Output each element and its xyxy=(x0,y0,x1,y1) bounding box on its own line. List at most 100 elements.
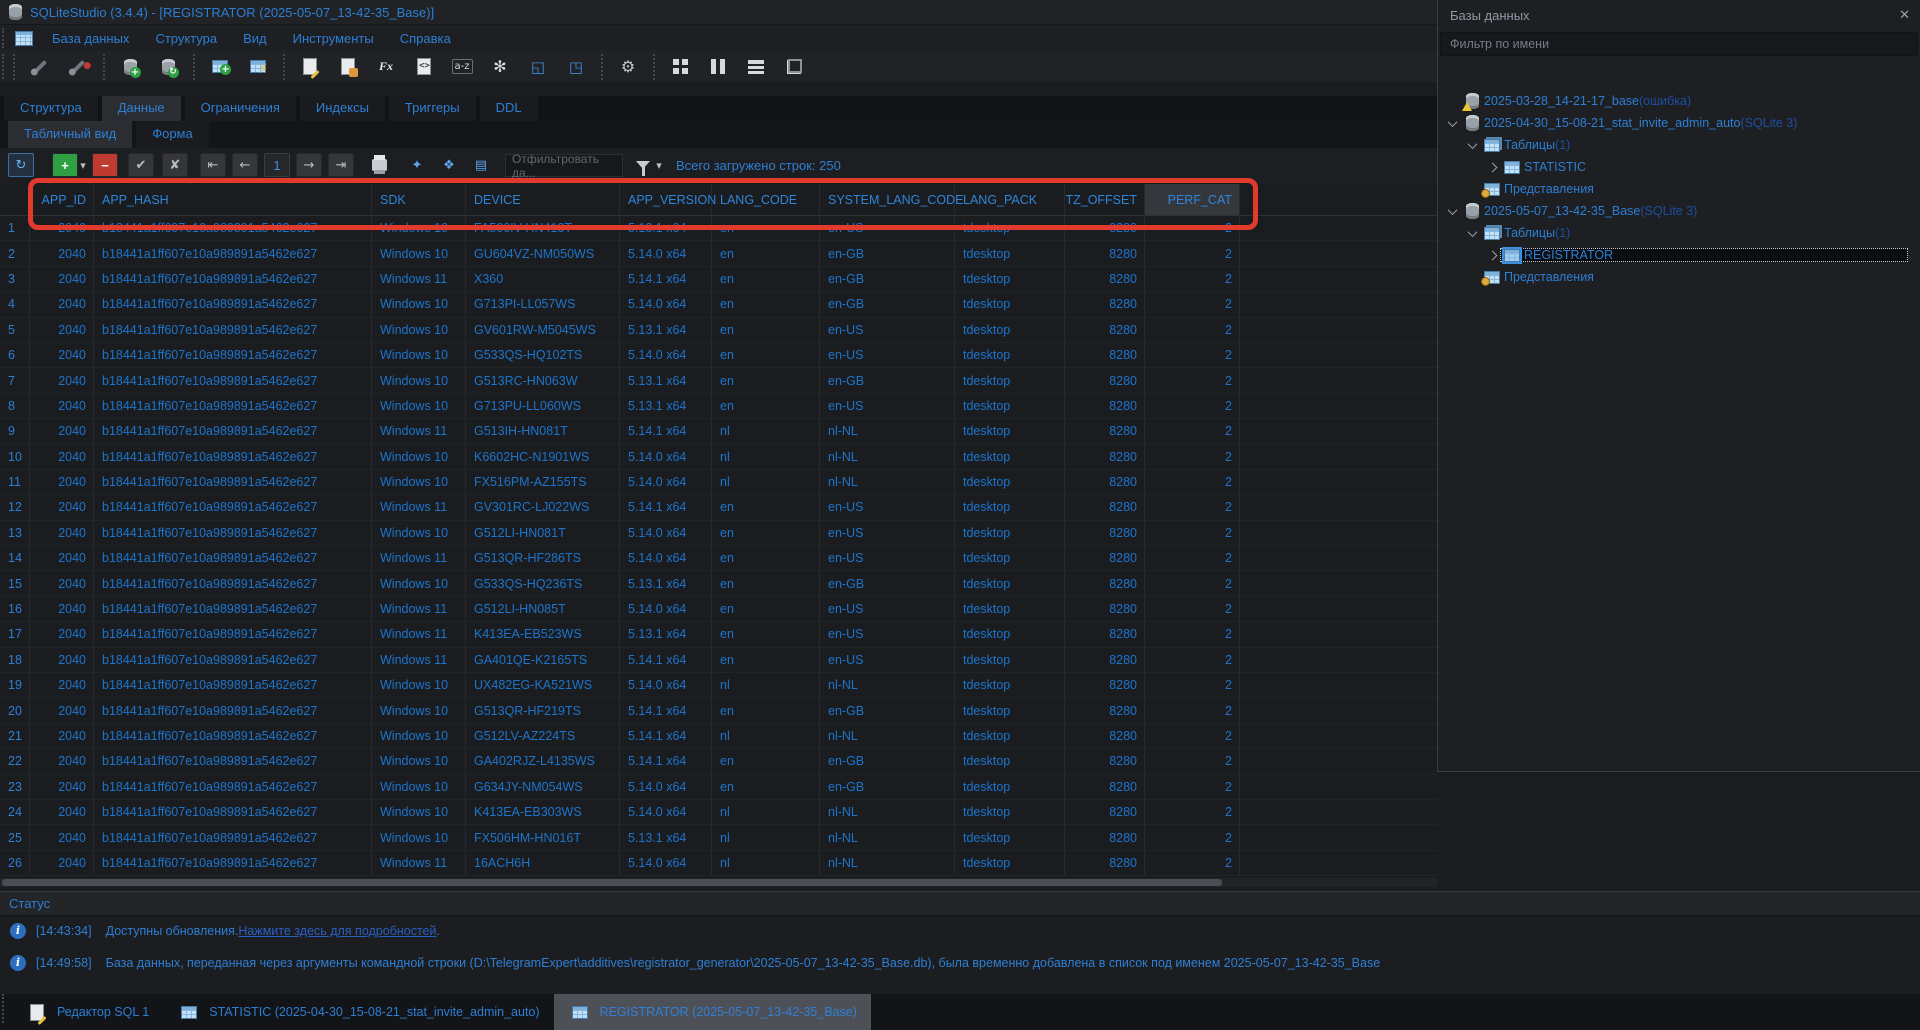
horizontal-scrollbar[interactable] xyxy=(0,878,1437,887)
cell[interactable]: Windows 10 xyxy=(372,800,466,824)
cell[interactable]: 5.14.1 x64 xyxy=(620,648,712,672)
selected-tree-item[interactable]: REGISTRATOR xyxy=(1500,248,1908,262)
cell[interactable]: GU604VZ-NM050WS xyxy=(466,241,620,265)
cell[interactable]: Windows 10 xyxy=(372,445,466,469)
cell[interactable]: en xyxy=(712,343,820,367)
cell[interactable]: en xyxy=(712,775,820,799)
rollback-icon[interactable]: ✘ xyxy=(162,153,188,177)
cell[interactable]: 2 xyxy=(1145,216,1240,240)
cell[interactable]: b18441a1ff607e10a989891a5462e627 xyxy=(94,318,372,342)
cell[interactable]: 2 xyxy=(1145,241,1240,265)
maximize-windows-icon[interactable]: ◳ xyxy=(563,54,589,80)
cell[interactable]: Windows 10 xyxy=(372,775,466,799)
toolbar-grip[interactable] xyxy=(2,54,7,79)
cell[interactable]: en xyxy=(712,622,820,646)
cell[interactable]: nl xyxy=(712,800,820,824)
cell[interactable]: 2 xyxy=(1145,470,1240,494)
cell[interactable]: 2 xyxy=(1145,673,1240,697)
cell[interactable]: G533QS-HQ236TS xyxy=(466,571,620,595)
cell[interactable]: GV301RC-LJ022WS xyxy=(466,495,620,519)
table-row[interactable]: 182040b18441a1ff607e10a989891a5462e627Wi… xyxy=(0,648,1437,673)
cell[interactable]: b18441a1ff607e10a989891a5462e627 xyxy=(94,267,372,291)
cell[interactable]: b18441a1ff607e10a989891a5462e627 xyxy=(94,216,372,240)
cell[interactable]: nl xyxy=(712,445,820,469)
cell[interactable]: 2040 xyxy=(30,495,94,519)
table-row[interactable]: 42040b18441a1ff607e10a989891a5462e627Win… xyxy=(0,292,1437,317)
tree-item-таблицы[interactable]: Таблицы (1) xyxy=(1464,222,1570,244)
cell[interactable]: 5.13.1 x64 xyxy=(620,622,712,646)
table-row[interactable]: 92040b18441a1ff607e10a989891a5462e627Win… xyxy=(0,419,1437,444)
column-header-sdk[interactable]: SDK xyxy=(372,184,466,215)
cell[interactable]: G512LI-HN085T xyxy=(466,597,620,621)
menu-item-5[interactable]: Справка xyxy=(387,28,464,49)
table-row[interactable]: 242040b18441a1ff607e10a989891a5462e627Wi… xyxy=(0,800,1437,825)
menu-item-4[interactable]: Инструменты xyxy=(280,28,387,49)
cell[interactable]: en xyxy=(712,571,820,595)
cell[interactable]: en-US xyxy=(820,216,955,240)
cell[interactable]: UX482EG-KA521WS xyxy=(466,673,620,697)
table-row[interactable]: 202040b18441a1ff607e10a989891a5462e627Wi… xyxy=(0,698,1437,723)
cell[interactable]: 2 xyxy=(1145,394,1240,418)
cell[interactable]: G513IH-HN081T xyxy=(466,419,620,443)
menubar-grip[interactable] xyxy=(2,28,7,49)
cell[interactable]: b18441a1ff607e10a989891a5462e627 xyxy=(94,698,372,722)
cell[interactable]: tdesktop xyxy=(955,216,1065,240)
cell[interactable]: nl-NL xyxy=(820,724,955,748)
cell[interactable]: 5.14.0 x64 xyxy=(620,470,712,494)
cell[interactable]: nl xyxy=(712,470,820,494)
cell[interactable]: b18441a1ff607e10a989891a5462e627 xyxy=(94,419,372,443)
cell[interactable]: G513QR-HF286TS xyxy=(466,546,620,570)
cell[interactable]: b18441a1ff607e10a989891a5462e627 xyxy=(94,394,372,418)
chevron-down-icon[interactable] xyxy=(1444,208,1460,215)
cell[interactable]: tdesktop xyxy=(955,419,1065,443)
table-row[interactable]: 142040b18441a1ff607e10a989891a5462e627Wi… xyxy=(0,546,1437,571)
chevron-right-icon[interactable] xyxy=(1484,252,1500,259)
cell[interactable]: b18441a1ff607e10a989891a5462e627 xyxy=(94,648,372,672)
cell[interactable]: 8280 xyxy=(1065,318,1145,342)
cell[interactable]: 2 xyxy=(1145,343,1240,367)
last-page-icon[interactable]: ⇥ xyxy=(328,153,354,177)
cell[interactable]: GA401QE-K2165TS xyxy=(466,648,620,672)
cell[interactable]: 5.14.0 x64 xyxy=(620,241,712,265)
cell[interactable]: X360 xyxy=(466,267,620,291)
table-row[interactable]: 232040b18441a1ff607e10a989891a5462e627Wi… xyxy=(0,775,1437,800)
tree-item-2025-03-28_14-21-17_base[interactable]: 2025-03-28_14-21-17_base (ошибка) xyxy=(1444,90,1691,112)
cell[interactable]: nl-NL xyxy=(820,800,955,824)
cell[interactable]: K413EA-EB303WS xyxy=(466,800,620,824)
layout-columns-icon[interactable] xyxy=(705,54,731,80)
cell[interactable]: nl-NL xyxy=(820,673,955,697)
cell[interactable]: en-GB xyxy=(820,368,955,392)
menu-item-2[interactable]: Структура xyxy=(142,28,230,49)
cell[interactable]: 5.14.0 x64 xyxy=(620,343,712,367)
table-row[interactable]: 252040b18441a1ff607e10a989891a5462e627Wi… xyxy=(0,825,1437,850)
cell[interactable]: 8280 xyxy=(1065,470,1145,494)
cell[interactable]: b18441a1ff607e10a989891a5462e627 xyxy=(94,622,372,646)
cell[interactable]: tdesktop xyxy=(955,394,1065,418)
cell[interactable]: GA402RJZ-L4135WS xyxy=(466,749,620,773)
cell[interactable]: en-US xyxy=(820,648,955,672)
cell[interactable]: en xyxy=(712,648,820,672)
cell[interactable]: 5.14.0 x64 xyxy=(620,445,712,469)
cell[interactable]: 5.14.0 x64 xyxy=(620,292,712,316)
cell[interactable]: Windows 10 xyxy=(372,673,466,697)
cell[interactable]: nl xyxy=(712,851,820,875)
table-row[interactable]: 102040b18441a1ff607e10a989891a5462e627Wi… xyxy=(0,445,1437,470)
cell[interactable]: en xyxy=(712,267,820,291)
function-editor-icon[interactable]: Fx xyxy=(373,54,399,80)
cell[interactable]: tdesktop xyxy=(955,546,1065,570)
cell[interactable]: en-US xyxy=(820,521,955,545)
table-row[interactable]: 52040b18441a1ff607e10a989891a5462e627Win… xyxy=(0,318,1437,343)
cell[interactable]: 5.14.1 x64 xyxy=(620,267,712,291)
cell[interactable]: 2040 xyxy=(30,241,94,265)
cell[interactable]: 2040 xyxy=(30,673,94,697)
table-row[interactable]: 192040b18441a1ff607e10a989891a5462e627Wi… xyxy=(0,673,1437,698)
cell[interactable]: 2040 xyxy=(30,470,94,494)
table-row[interactable]: 122040b18441a1ff607e10a989891a5462e627Wi… xyxy=(0,495,1437,520)
cell[interactable]: en xyxy=(712,292,820,316)
open-table-icon[interactable] xyxy=(335,54,361,80)
delete-row-icon[interactable]: − xyxy=(92,153,118,177)
status-link[interactable]: Нажмите здесь для подробностей xyxy=(238,924,436,938)
cell[interactable]: en-GB xyxy=(820,749,955,773)
cell[interactable]: en-GB xyxy=(820,267,955,291)
cell[interactable]: 2 xyxy=(1145,775,1240,799)
